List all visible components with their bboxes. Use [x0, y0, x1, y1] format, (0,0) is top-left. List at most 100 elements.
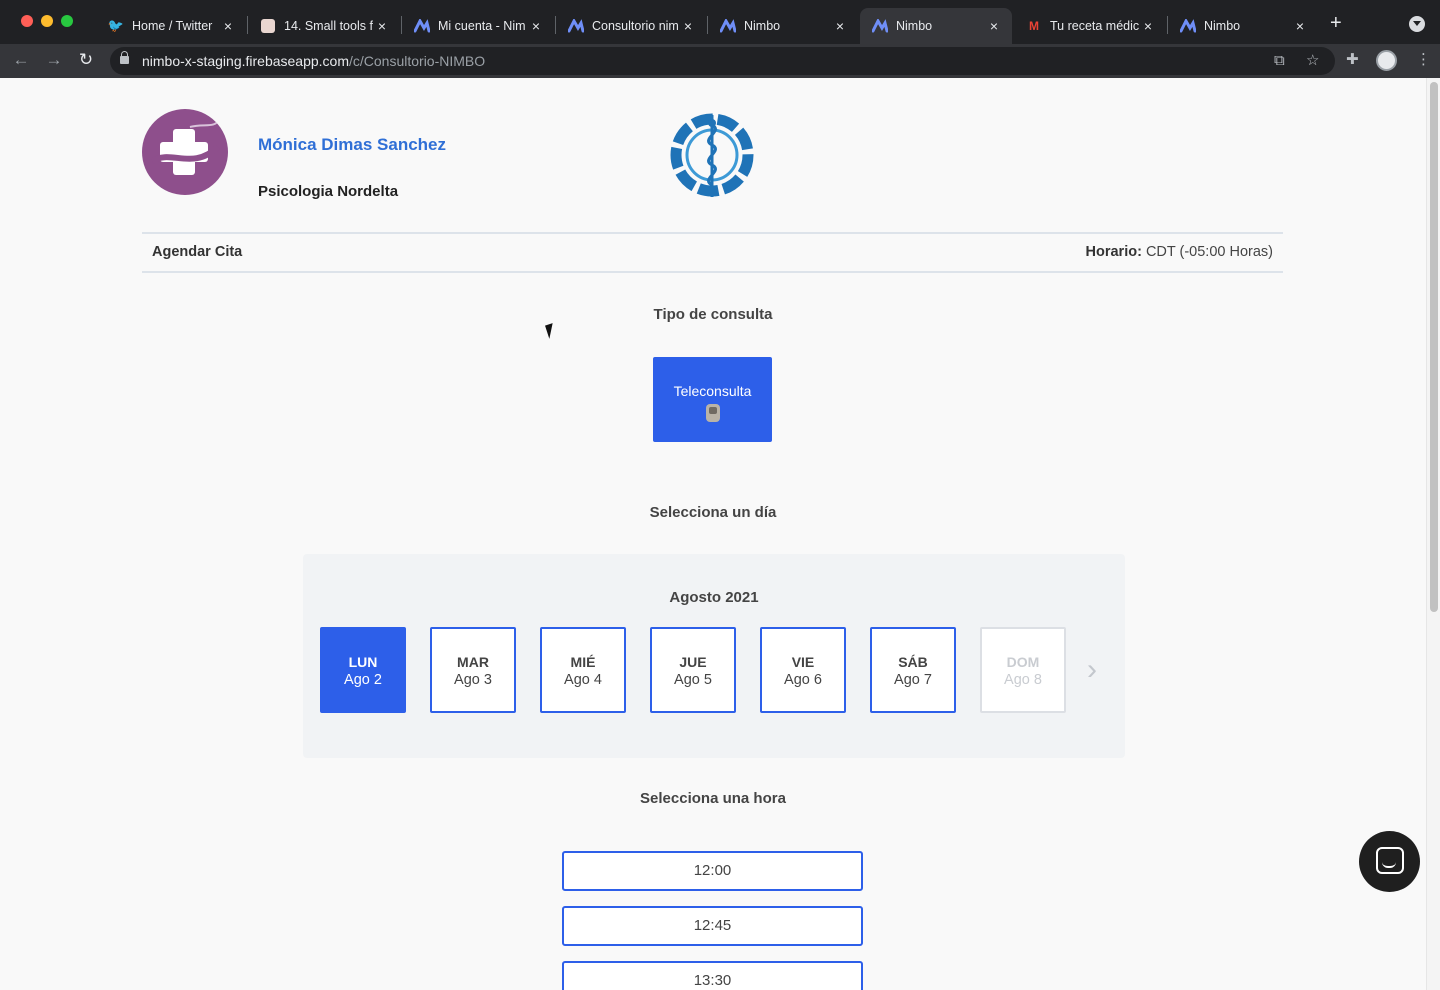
tab-label: Tu receta médic [1050, 19, 1140, 33]
close-tab-icon[interactable]: × [220, 18, 236, 34]
tab-label: 14. Small tools f [284, 19, 373, 33]
timezone-label: Horario: [1085, 244, 1142, 260]
window-maximize-button[interactable] [61, 15, 73, 27]
day-option-jue[interactable]: JUE Ago 5 [650, 627, 736, 713]
extensions-icon[interactable]: ✚ [1346, 51, 1359, 69]
teleconsulta-label: Teleconsulta [673, 383, 752, 399]
window-close-button[interactable] [21, 15, 33, 27]
day-date: Ago 2 [344, 672, 382, 688]
browser-toolbar: ← → ↻ nimbo-x-staging.firebaseapp.com/c/… [0, 44, 1440, 78]
day-of-week: MIÉ [570, 654, 596, 670]
clinic-name: Psicologia Nordelta [258, 183, 399, 200]
reload-icon[interactable]: ↻ [75, 49, 97, 71]
browser-tab[interactable]: Consultorio nim × [556, 8, 706, 44]
doctor-name: Mónica Dimas Sanchez [258, 135, 447, 154]
consult-type-title: Tipo de consulta [653, 306, 773, 323]
tab-label: Home / Twitter [132, 19, 213, 33]
day-date: Ago 7 [894, 672, 932, 688]
day-option-mie[interactable]: MIÉ Ago 4 [540, 627, 626, 713]
tab-label: Nimbo [1204, 19, 1241, 33]
browser-tab[interactable]: Nimbo × [1168, 8, 1318, 44]
twitter-icon: 🐦 [107, 18, 125, 33]
timezone-info: Horario: CDT (-05:00 Horas) [1086, 244, 1273, 260]
clinic-logo [142, 109, 228, 195]
nimbo-icon [1180, 18, 1196, 34]
mouse-cursor-icon [545, 323, 557, 339]
nimbo-icon [872, 18, 888, 34]
tab-label: Mi cuenta - Nim [438, 19, 526, 33]
timezone-value: CDT (-05:00 Horas) [1145, 244, 1273, 260]
forward-icon[interactable]: → [43, 49, 65, 71]
browser-tab[interactable]: 🐦 Home / Twitter × [96, 8, 246, 44]
tab-label: Nimbo [896, 19, 933, 33]
browser-tab[interactable]: Mi cuenta - Nim × [402, 8, 554, 44]
time-slot-button[interactable]: 13:30 [562, 961, 863, 990]
close-tab-icon[interactable]: × [374, 18, 390, 34]
booking-page: Mónica Dimas Sanchez Psicologia Nordelta… [0, 78, 1426, 990]
window-minimize-button[interactable] [41, 15, 53, 27]
new-tab-icon[interactable]: + [1330, 13, 1342, 33]
day-of-week: MAR [457, 654, 489, 670]
close-tab-icon[interactable]: × [1140, 18, 1156, 34]
day-option-dom: DOM Ago 8 [980, 627, 1066, 713]
day-of-week: LUN [348, 654, 378, 670]
medical-caduceus-logo [668, 109, 758, 201]
browser-tab-active[interactable]: Nimbo × [860, 8, 1012, 44]
back-icon[interactable]: ← [10, 49, 32, 71]
open-external-icon[interactable]: ⧉ [1274, 52, 1285, 70]
tab-label: Nimbo [744, 19, 781, 33]
day-of-week: SÁB [898, 654, 928, 670]
nimbo-icon [414, 18, 430, 34]
gmail-icon: M [1029, 19, 1039, 33]
chat-bubble-icon [1376, 847, 1404, 874]
browser-tab[interactable]: 14. Small tools f × [248, 8, 400, 44]
day-of-week: JUE [679, 654, 707, 670]
close-tab-icon[interactable]: × [832, 18, 848, 34]
profile-avatar[interactable] [1376, 50, 1397, 71]
scrollbar-thumb[interactable] [1430, 82, 1438, 612]
address-bar[interactable]: nimbo-x-staging.firebaseapp.com/c/Consul… [110, 47, 1335, 75]
time-slot-button[interactable]: 12:00 [562, 851, 863, 891]
day-of-week: DOM [1006, 654, 1040, 670]
url-host: nimbo-x-staging.firebaseapp.com [142, 53, 349, 69]
day-date: Ago 3 [454, 672, 492, 688]
tab-label: Consultorio nim [592, 19, 679, 33]
url-path: /c/Consultorio-NIMBO [349, 53, 486, 69]
divider [142, 232, 1283, 234]
day-option-vie[interactable]: VIE Ago 6 [760, 627, 846, 713]
favicon-icon [260, 18, 276, 34]
day-of-week: VIE [791, 654, 815, 670]
close-tab-icon[interactable]: × [680, 18, 696, 34]
chat-launcher-button[interactable] [1359, 831, 1420, 892]
browser-menu-icon[interactable]: ⋮ [1416, 51, 1431, 69]
close-tab-icon[interactable]: × [1292, 18, 1308, 34]
day-date: Ago 4 [564, 672, 602, 688]
chevron-right-icon[interactable]: › [1087, 655, 1107, 685]
day-date: Ago 8 [1004, 672, 1042, 688]
select-day-title: Selecciona un día [649, 504, 777, 521]
bookmark-star-icon[interactable]: ☆ [1306, 52, 1319, 70]
divider [142, 271, 1283, 273]
select-time-title: Selecciona una hora [640, 790, 786, 807]
nimbo-icon [720, 18, 736, 34]
page-scrollbar[interactable] [1426, 78, 1440, 990]
day-option-mar[interactable]: MAR Ago 3 [430, 627, 516, 713]
day-option-sab[interactable]: SÁB Ago 7 [870, 627, 956, 713]
close-tab-icon[interactable]: × [528, 18, 544, 34]
tab-search-icon[interactable] [1409, 16, 1425, 32]
close-tab-icon[interactable]: × [986, 18, 1002, 34]
browser-tab-bar: 🐦 Home / Twitter × 14. Small tools f × M… [0, 0, 1440, 44]
browser-tab[interactable]: Nimbo × [708, 8, 858, 44]
day-option-lun[interactable]: LUN Ago 2 [320, 627, 406, 713]
url-text: nimbo-x-staging.firebaseapp.com/c/Consul… [142, 53, 485, 69]
teleconsulta-option-button[interactable]: Teleconsulta [653, 357, 772, 442]
video-call-icon [705, 404, 720, 422]
day-date: Ago 5 [674, 672, 712, 688]
nimbo-icon [568, 18, 584, 34]
month-label: Agosto 2021 [669, 589, 759, 606]
browser-tab[interactable]: M Tu receta médic × [1014, 8, 1166, 44]
section-label-agendar: Agendar Cita [152, 244, 243, 260]
lock-icon [120, 51, 129, 64]
day-date: Ago 6 [784, 672, 822, 688]
time-slot-button[interactable]: 12:45 [562, 906, 863, 946]
